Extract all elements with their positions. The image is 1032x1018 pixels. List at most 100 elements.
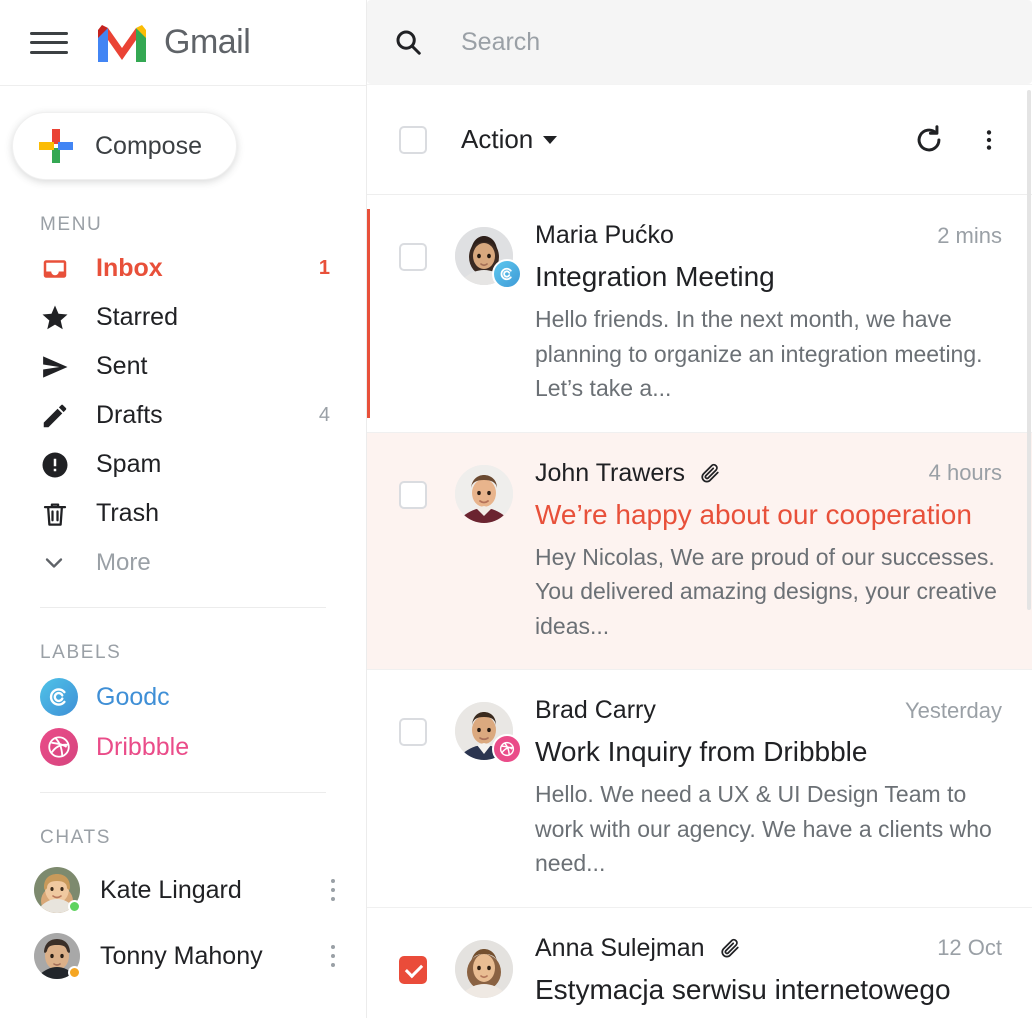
more-vertical-icon[interactable] (330, 879, 336, 901)
avatar (455, 702, 522, 764)
email-checkbox[interactable] (399, 480, 427, 509)
avatar (34, 867, 81, 913)
email-list-item[interactable]: Anna Sulejman 12 Oct Estymacja serwisu i… (367, 908, 1032, 1018)
sidebar-item-label: Spam (96, 450, 162, 478)
search-icon (393, 27, 433, 57)
hamburger-icon[interactable] (30, 30, 68, 56)
email-time: Yesterday (904, 697, 1002, 723)
sidebar-item-spam[interactable]: Spam (0, 440, 366, 489)
email-subject: Estymacja serwisu internetowego (535, 973, 951, 1005)
sidebar-item-label: Trash (96, 499, 159, 527)
sidebar-item-more[interactable]: More (0, 538, 366, 587)
email-checkbox[interactable] (399, 955, 427, 984)
email-subject: Integration Meeting (535, 261, 775, 292)
email-time: 12 Oct (937, 935, 1002, 960)
goodc-icon (40, 678, 78, 716)
search-input[interactable] (461, 27, 973, 57)
status-badge (68, 966, 81, 979)
email-snippet: Hey Nicolas, We are proud of our success… (535, 543, 997, 639)
unread-indicator (367, 209, 370, 418)
label-item-goodc[interactable]: Goodc (0, 672, 366, 722)
more-vertical-icon[interactable] (330, 945, 336, 967)
chevron-down-icon (40, 549, 74, 577)
email-time: 2 mins (937, 222, 1002, 248)
email-list-item[interactable]: John Trawers 4 hours We’re happy about o… (367, 432, 1032, 670)
email-sender: Brad Carry (535, 696, 656, 724)
brand-title: Gmail (164, 23, 251, 61)
avatar (455, 227, 522, 289)
menu-list: Inbox 1 Starred Sent Drafts 4 Spam Trash… (0, 244, 366, 587)
chevron-down-icon (543, 135, 558, 144)
refresh-icon[interactable] (912, 123, 946, 157)
menu-heading: MENU (40, 214, 103, 235)
action-dropdown[interactable]: Action (461, 124, 558, 155)
search-bar[interactable] (367, 0, 1032, 84)
email-content: Maria Pućko 2 mins Integration Meeting H… (535, 221, 1002, 406)
brand-bar: Gmail (0, 0, 366, 86)
trash-icon (40, 499, 74, 529)
inbox-icon (40, 254, 74, 284)
dribbble-icon (492, 734, 522, 764)
label-name: Dribbble (96, 732, 190, 761)
sidebar-item-label: Starred (96, 303, 178, 331)
email-list-item[interactable]: Maria Pućko 2 mins Integration Meeting H… (367, 195, 1032, 433)
gmail-logo-icon (98, 24, 146, 62)
email-subject: We’re happy about our cooperation (535, 498, 972, 530)
attachment-icon (719, 937, 741, 959)
compose-label: Compose (95, 131, 202, 160)
sidebar-item-trash[interactable]: Trash (0, 489, 366, 538)
goodc-icon (492, 259, 522, 289)
email-subject: Work Inquiry from Dribbble (535, 736, 868, 767)
send-icon (40, 352, 74, 382)
email-snippet: Hello friends. In the next month, we hav… (535, 306, 983, 401)
sidebar-item-label: More (96, 548, 151, 576)
dribbble-icon (40, 728, 78, 766)
main-panel: Action (367, 0, 1032, 1018)
email-content: John Trawers 4 hours We’re happy about o… (535, 459, 1002, 644)
chat-item-kate-lingard[interactable]: Kate Lingard (0, 857, 366, 923)
chats-heading: CHATS (40, 827, 111, 848)
gmail-app: Gmail Compose MENU Inbox 1 Starred Sent … (0, 0, 1032, 1018)
compose-button[interactable]: Compose (12, 112, 237, 180)
email-snippet: Dzień dobry! Zwracam się do Państwa z pr… (535, 1015, 1002, 1018)
scrollbar-thumb[interactable] (1027, 90, 1031, 610)
email-list-item[interactable]: Brad Carry Yesterday Work Inquiry from D… (367, 670, 1032, 908)
sidebar-item-starred[interactable]: Starred (0, 293, 366, 342)
action-label: Action (461, 124, 534, 154)
chats-divider (40, 792, 326, 793)
star-icon (40, 303, 74, 333)
avatar (455, 464, 513, 523)
sidebar-item-drafts[interactable]: Drafts 4 (0, 391, 366, 440)
email-sender: John Trawers (535, 458, 686, 487)
email-sender: Maria Pućko (535, 221, 674, 249)
avatar (34, 933, 81, 979)
label-name: Goodc (96, 682, 170, 711)
email-checkbox[interactable] (399, 718, 427, 746)
status-badge (68, 900, 81, 913)
labels-divider (40, 607, 326, 608)
email-checkbox[interactable] (399, 243, 427, 271)
more-vertical-icon[interactable] (976, 123, 1002, 157)
pencil-icon (40, 401, 74, 431)
email-time: 4 hours (928, 460, 1002, 485)
email-sender: Anna Sulejman (535, 933, 705, 962)
sidebar-item-label: Drafts (96, 401, 163, 429)
sidebar-item-sent[interactable]: Sent (0, 342, 366, 391)
plus-icon (39, 129, 73, 163)
chat-name: Kate Lingard (100, 875, 242, 904)
list-toolbar: Action (367, 84, 1032, 195)
sidebar-item-label: Sent (96, 352, 148, 380)
select-all-checkbox[interactable] (399, 125, 427, 154)
email-snippet: Hello. We need a UX & UI Design Team to … (535, 781, 992, 876)
sidebar-item-label: Inbox (96, 254, 163, 282)
email-content: Anna Sulejman 12 Oct Estymacja serwisu i… (535, 934, 1002, 1018)
label-item-dribbble[interactable]: Dribbble (0, 722, 366, 772)
sidebar-item-inbox[interactable]: Inbox 1 (0, 244, 366, 293)
alert-icon (40, 450, 74, 480)
compose-container: Compose (0, 86, 366, 180)
labels-heading: LABELS (40, 642, 122, 663)
chat-item-tonny-mahony[interactable]: Tonny Mahony (0, 923, 366, 989)
sidebar: Gmail Compose MENU Inbox 1 Starred Sent … (0, 0, 367, 1018)
sidebar-item-count: 1 (318, 257, 330, 279)
sidebar-item-count: 4 (318, 404, 330, 426)
